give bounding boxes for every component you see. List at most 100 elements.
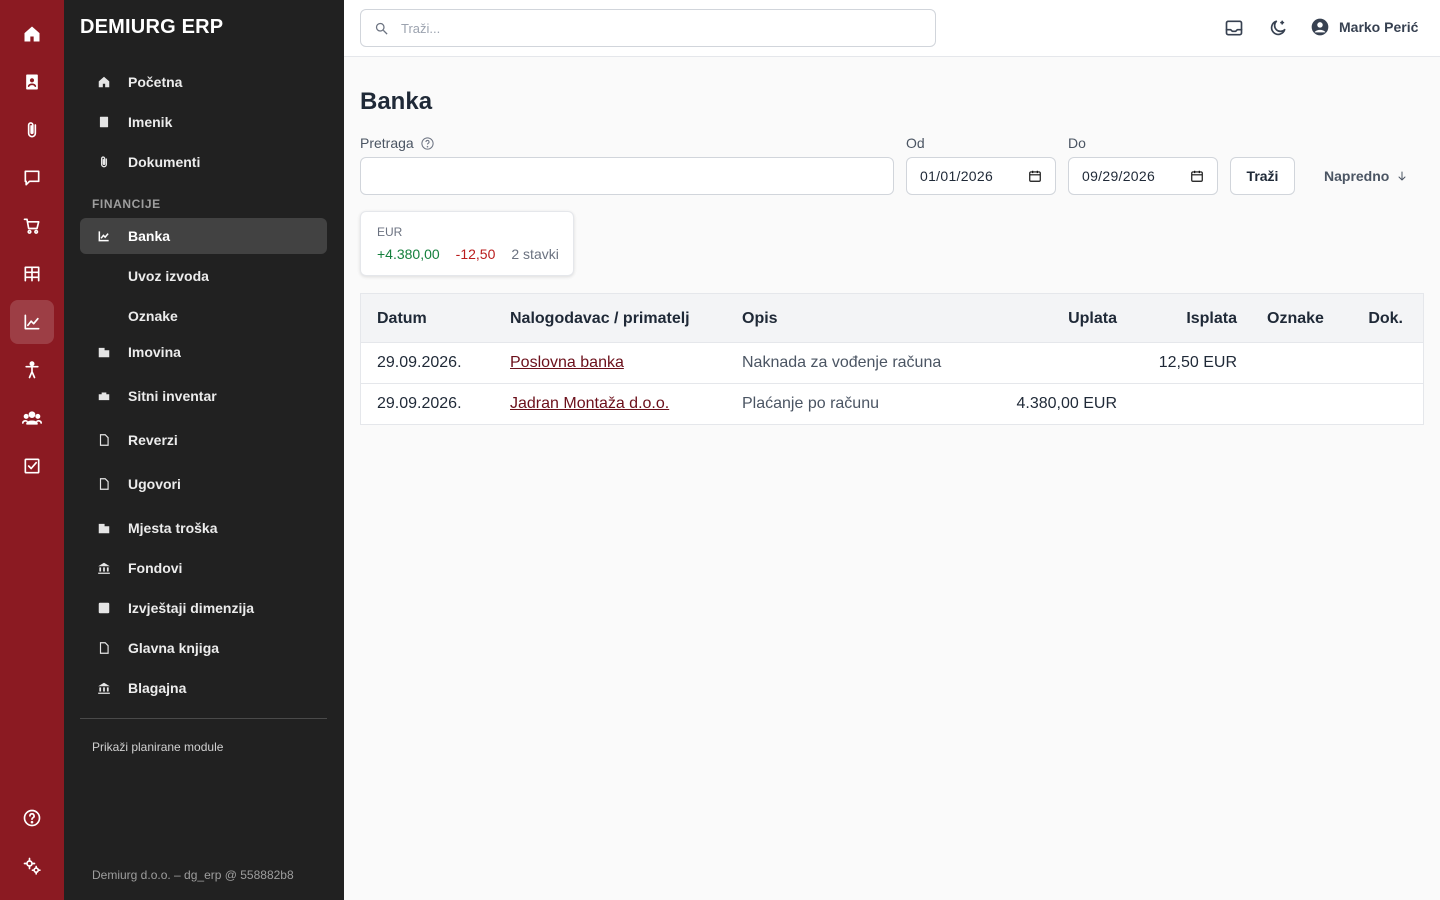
- advanced-button[interactable]: Napredno: [1324, 168, 1408, 184]
- sidebar-item-label: Blagajna: [128, 680, 187, 696]
- sidebar-item-reverzi[interactable]: Reverzi: [80, 422, 327, 458]
- sidebar-item-izvjestaji-dimenzija[interactable]: Izvještaji dimenzija: [80, 590, 327, 626]
- sidebar-item-fondovi[interactable]: Fondovi: [80, 550, 327, 586]
- home-icon: [80, 75, 128, 89]
- calendar-icon[interactable]: [1190, 169, 1204, 183]
- document-icon: [80, 433, 128, 447]
- sidebar-item-label: Fondovi: [128, 560, 183, 576]
- sidebar-item-sitni-inventar[interactable]: Sitni inventar: [80, 378, 327, 414]
- column-header-uplata[interactable]: Uplata: [1068, 310, 1117, 328]
- checkbox-icon[interactable]: [10, 444, 54, 488]
- contacts-book-icon: [80, 115, 128, 129]
- paperclip-icon: [80, 155, 128, 169]
- inbox-icon[interactable]: [1223, 17, 1245, 39]
- table-row[interactable]: 29.09.2026. Poslovna banka Naknada za vo…: [361, 343, 1423, 384]
- topbar: Marko Perić: [344, 0, 1440, 57]
- chart-icon: [80, 229, 128, 243]
- dark-mode-icon[interactable]: [1267, 17, 1289, 39]
- summary-values: +4.380,00 -12,50 2 stavki: [377, 246, 559, 262]
- user-name: Marko Perić: [1339, 19, 1419, 35]
- cell-date: 29.09.2026.: [377, 395, 462, 412]
- building-icon: [80, 521, 128, 535]
- user-avatar-icon: [1311, 18, 1329, 36]
- cart-icon[interactable]: [10, 204, 54, 248]
- table-row[interactable]: 29.09.2026. Jadran Montaža d.o.o. Plaćan…: [361, 384, 1423, 425]
- column-header-oznake[interactable]: Oznake: [1267, 310, 1324, 328]
- sidebar-item-ugovori[interactable]: Ugovori: [80, 466, 327, 502]
- sidebar-item-oznake[interactable]: Oznake: [128, 308, 178, 324]
- user-menu[interactable]: Marko Perić: [1310, 17, 1418, 37]
- search-input[interactable]: [401, 20, 901, 36]
- sidebar-item-label: Glavna knjiga: [128, 640, 220, 656]
- column-header-isplata[interactable]: Isplata: [1186, 310, 1237, 328]
- document-icon: [80, 477, 128, 491]
- cell-income: 4.380,00 EUR: [1016, 395, 1117, 412]
- cell-expense: 12,50 EUR: [1158, 354, 1237, 371]
- sidebar-item-uvoz-izvoda[interactable]: Uvoz izvoda: [128, 268, 209, 284]
- contacts-book-icon[interactable]: [10, 60, 54, 104]
- settings-icon[interactable]: [10, 844, 54, 888]
- sidebar-item-imenik[interactable]: Imenik: [80, 104, 327, 140]
- sidebar-item-label: Banka: [128, 228, 171, 244]
- column-header-dok[interactable]: Dok.: [1368, 310, 1403, 328]
- sidebar-item-label: Imenik: [128, 114, 173, 130]
- sidebar-item-dokumenti[interactable]: Dokumenti: [80, 144, 327, 180]
- cell-party: Poslovna banka: [510, 354, 624, 372]
- building-icon: [80, 345, 128, 359]
- from-date-input[interactable]: 01/01/2026: [906, 157, 1056, 195]
- cell-description: Naknada za vođenje računa: [742, 354, 942, 371]
- column-header-party[interactable]: Nalogodavac / primatelj: [510, 310, 690, 328]
- cell-description: Plaćanje po računu: [742, 395, 879, 412]
- sidebar-item-pocetna[interactable]: Početna: [80, 64, 327, 100]
- transactions-table: Datum Nalogodavac / primatelj Opis Uplat…: [360, 293, 1424, 425]
- users-icon[interactable]: [10, 396, 54, 440]
- party-link[interactable]: Poslovna banka: [510, 354, 624, 371]
- sidebar-item-label: Dokumenti: [128, 154, 201, 170]
- sidebar-item-label: Mjesta troška: [128, 520, 218, 536]
- sidebar-item-glavna-knjiga[interactable]: Glavna knjiga: [80, 630, 327, 666]
- page-title: Banka: [360, 88, 433, 115]
- home-icon[interactable]: [10, 12, 54, 56]
- search-button[interactable]: Traži: [1230, 157, 1295, 195]
- app-brand: DEMIURG ERP: [80, 16, 224, 38]
- sidebar-item-imovina[interactable]: Imovina: [80, 334, 327, 370]
- sidebar-item-banka[interactable]: Banka: [80, 218, 327, 254]
- person-icon[interactable]: [10, 348, 54, 392]
- show-planned-modules-link[interactable]: Prikaži planirane module: [92, 740, 223, 754]
- to-date-input[interactable]: 09/29/2026: [1068, 157, 1218, 195]
- sidebar: DEMIURG ERP Početna Imenik Dokumenti FIN…: [64, 0, 344, 900]
- party-link[interactable]: Jadran Montaža d.o.o.: [510, 395, 669, 412]
- column-header-datum[interactable]: Datum: [377, 310, 427, 328]
- bank-icon: [80, 561, 128, 575]
- pdf-icon: [80, 601, 128, 615]
- cell-party: Jadran Montaža d.o.o.: [510, 395, 669, 413]
- column-header-opis[interactable]: Opis: [742, 310, 778, 328]
- summary-expense: -12,50: [455, 246, 496, 262]
- sidebar-item-label: Reverzi: [128, 432, 178, 448]
- calendar-icon[interactable]: [1028, 169, 1042, 183]
- global-search: [360, 9, 936, 47]
- sidebar-item-label: Sitni inventar: [128, 388, 217, 404]
- paperclip-icon[interactable]: [10, 108, 54, 152]
- bank-icon: [80, 681, 128, 695]
- from-date-value: 01/01/2026: [920, 168, 994, 184]
- search-label-text: Pretraga: [360, 135, 414, 151]
- help-icon[interactable]: [420, 136, 435, 151]
- sidebar-footer: Demiurg d.o.o. – dg_erp @ 558882b8: [92, 868, 294, 882]
- section-label-financije: FINANCIJE: [92, 197, 161, 211]
- to-date-value: 09/29/2026: [1082, 168, 1156, 184]
- toolbox-icon: [80, 389, 128, 403]
- chat-box-icon[interactable]: [10, 156, 54, 200]
- warehouse-shelves-icon[interactable]: [10, 252, 54, 296]
- advanced-button-label: Napredno: [1324, 168, 1390, 184]
- summary-card: EUR +4.380,00 -12,50 2 stavki: [360, 211, 574, 276]
- sidebar-item-label: Izvještaji dimenzija: [128, 600, 255, 616]
- sidebar-item-blagajna[interactable]: Blagajna: [80, 670, 327, 706]
- chart-icon[interactable]: [10, 300, 54, 344]
- summary-count: 2 stavki: [511, 246, 559, 262]
- sidebar-item-mjesta-troska[interactable]: Mjesta troška: [80, 510, 327, 546]
- sidebar-item-label: Imovina: [128, 344, 181, 360]
- filter-search-input[interactable]: [360, 157, 894, 195]
- summary-currency: EUR: [377, 225, 403, 239]
- help-icon[interactable]: [10, 796, 54, 840]
